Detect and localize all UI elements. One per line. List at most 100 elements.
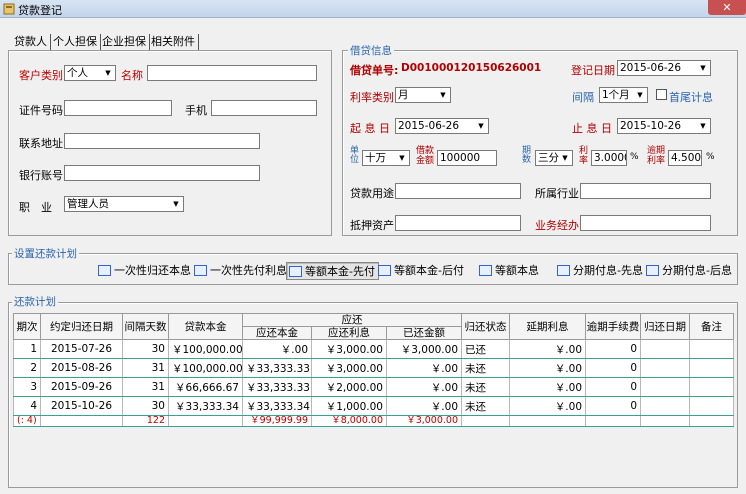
bank-account-field[interactable]	[64, 165, 260, 181]
table-cell[interactable]	[689, 377, 735, 397]
table-cell[interactable]: 30	[122, 396, 169, 416]
start-date-picker[interactable]: 2015-06-26 ▼	[395, 118, 489, 134]
table-cell[interactable]: ￥100,000.00	[168, 339, 243, 359]
table-cell[interactable]: ￥3,000.00	[311, 358, 387, 378]
table-cell[interactable]	[640, 339, 691, 359]
table-cell[interactable]: ￥33,333.33	[242, 377, 312, 397]
period-select[interactable]: 三分 ▼	[535, 150, 573, 166]
purpose-field[interactable]	[395, 183, 521, 199]
id-number-field[interactable]	[64, 100, 172, 116]
table-cell[interactable]: 已还	[461, 339, 511, 359]
collateral-field[interactable]	[395, 215, 521, 231]
tab-personal-guarantee[interactable]: 个人担保	[50, 34, 101, 50]
table-cell[interactable]: ￥33,333.33	[242, 358, 312, 378]
col-header[interactable]: 应还利息	[311, 326, 387, 340]
table-cell[interactable]: 2015-09-26	[40, 377, 123, 397]
amount-field[interactable]: 100000	[437, 150, 497, 166]
table-cell[interactable]: ￥.00	[509, 339, 587, 359]
name-field[interactable]	[147, 65, 317, 81]
phone-field[interactable]	[211, 100, 317, 116]
col-header[interactable]: 已还金额	[385, 326, 463, 340]
chart-icon	[646, 265, 659, 276]
table-cell[interactable]: 2015-08-26	[40, 358, 123, 378]
tab-company-guarantee[interactable]: 企业担保	[99, 34, 150, 50]
table-cell[interactable]: ￥.00	[385, 377, 463, 397]
table-cell[interactable]: ￥.00	[509, 396, 587, 416]
table-cell[interactable]: 未还	[461, 396, 511, 416]
table-cell[interactable]: ￥3,000.00	[385, 339, 463, 359]
table-cell[interactable]: 0	[585, 377, 642, 397]
industry-field[interactable]	[580, 183, 711, 199]
col-header[interactable]: 归还日期	[640, 313, 691, 340]
table-cell[interactable]: ￥3,000.00	[311, 339, 387, 359]
table-cell[interactable]: ￥.00	[242, 339, 312, 359]
plan-equal-principal-postpay-button[interactable]: 等额本金-后付	[376, 262, 464, 280]
table-cell[interactable]: ￥100,000.00	[168, 358, 243, 378]
plan-equal-principal-prepay-button[interactable]: 等额本金-先付	[286, 262, 379, 280]
manager-field[interactable]	[580, 215, 711, 231]
table-cell[interactable]	[689, 339, 735, 359]
tab-borrower[interactable]: 贷款人	[11, 34, 51, 50]
table-cell[interactable]: ￥33,333.34	[242, 396, 312, 416]
plan-lump-sum-button[interactable]: 一次性归还本息	[96, 262, 191, 280]
col-header[interactable]: 应还本金	[242, 326, 312, 340]
table-row[interactable]: 3 2015-09-26 31 ￥66,666.67 ￥33,333.33 ￥2,000.…	[13, 377, 735, 397]
rate-field[interactable]: 3.0000	[591, 150, 627, 166]
table-cell[interactable]: ￥.00	[509, 377, 587, 397]
tab-attachments[interactable]: 相关附件	[148, 34, 199, 50]
rate-type-select[interactable]: 月 ▼	[395, 87, 451, 103]
col-header[interactable]: 归还状态	[461, 313, 511, 340]
table-cell[interactable]: 2015-10-26	[40, 396, 123, 416]
col-header[interactable]: 期次	[13, 313, 41, 340]
table-cell[interactable]	[689, 396, 735, 416]
table-cell[interactable]: ￥66,666.67	[168, 377, 243, 397]
table-cell[interactable]: 0	[585, 396, 642, 416]
col-header[interactable]: 延期利息	[509, 313, 587, 340]
table-cell[interactable]: 31	[122, 358, 169, 378]
end-date-label: 止 息 日	[572, 122, 612, 135]
table-row[interactable]: 4 2015-10-26 30 ￥33,333.34 ￥33,333.34 ￥1,000.…	[13, 396, 735, 416]
unit-select[interactable]: 十万 ▼	[362, 150, 410, 166]
plan-prepay-interest-button[interactable]: 一次性先付利息	[192, 262, 287, 280]
plan-installment-interest-last-button[interactable]: 分期付息-后息	[644, 262, 732, 280]
table-cell[interactable]: 4	[13, 396, 41, 416]
table-cell[interactable]: 0	[585, 358, 642, 378]
table-cell[interactable]	[689, 358, 735, 378]
overdue-rate-field[interactable]: 4.5000	[668, 150, 702, 166]
table-cell[interactable]: 1	[13, 339, 41, 359]
table-cell[interactable]	[640, 358, 691, 378]
col-header[interactable]: 约定归还日期	[40, 313, 123, 340]
table-row[interactable]: 1 2015-07-26 30 ￥100,000.00 ￥.00 ￥3,000.00 ￥3,…	[13, 339, 735, 359]
end-date-picker[interactable]: 2015-10-26 ▼	[617, 118, 711, 134]
close-button[interactable]: ✕	[708, 0, 746, 15]
table-cell[interactable]	[640, 377, 691, 397]
table-cell[interactable]: 未还	[461, 358, 511, 378]
table-cell[interactable]: 2015-07-26	[40, 339, 123, 359]
table-cell[interactable]: 0	[585, 339, 642, 359]
table-cell[interactable]: 2	[13, 358, 41, 378]
occupation-select[interactable]: 管理人员 ▼	[64, 196, 184, 212]
table-cell[interactable]: ￥.00	[385, 358, 463, 378]
table-cell[interactable]: 31	[122, 377, 169, 397]
plan-equal-installment-button[interactable]: 等额本息	[477, 262, 539, 280]
col-header[interactable]: 逾期手续费	[585, 313, 642, 340]
plan-installment-interest-first-button[interactable]: 分期付息-先息	[555, 262, 643, 280]
table-cell[interactable]: ￥.00	[385, 396, 463, 416]
interval-select[interactable]: 1个月 ▼	[599, 87, 648, 103]
table-cell[interactable]: ￥1,000.00	[311, 396, 387, 416]
customer-type-select[interactable]: 个人 ▼	[64, 65, 116, 81]
table-row[interactable]: 2 2015-08-26 31 ￥100,000.00 ￥33,333.33 ￥3,000…	[13, 358, 735, 378]
table-cell[interactable]	[640, 396, 691, 416]
table-cell[interactable]: 未还	[461, 377, 511, 397]
col-header[interactable]: 备注	[689, 313, 735, 340]
col-header[interactable]: 贷款本金	[168, 313, 243, 340]
col-header[interactable]: 间隔天数	[122, 313, 169, 340]
table-cell[interactable]: ￥.00	[509, 358, 587, 378]
table-cell[interactable]: ￥2,000.00	[311, 377, 387, 397]
table-cell[interactable]: 3	[13, 377, 41, 397]
reg-date-picker[interactable]: 2015-06-26 ▼	[617, 60, 711, 76]
tail-interest-checkbox[interactable]	[656, 89, 667, 100]
address-field[interactable]	[64, 133, 260, 149]
table-cell[interactable]: 30	[122, 339, 169, 359]
table-cell[interactable]: ￥33,333.34	[168, 396, 243, 416]
